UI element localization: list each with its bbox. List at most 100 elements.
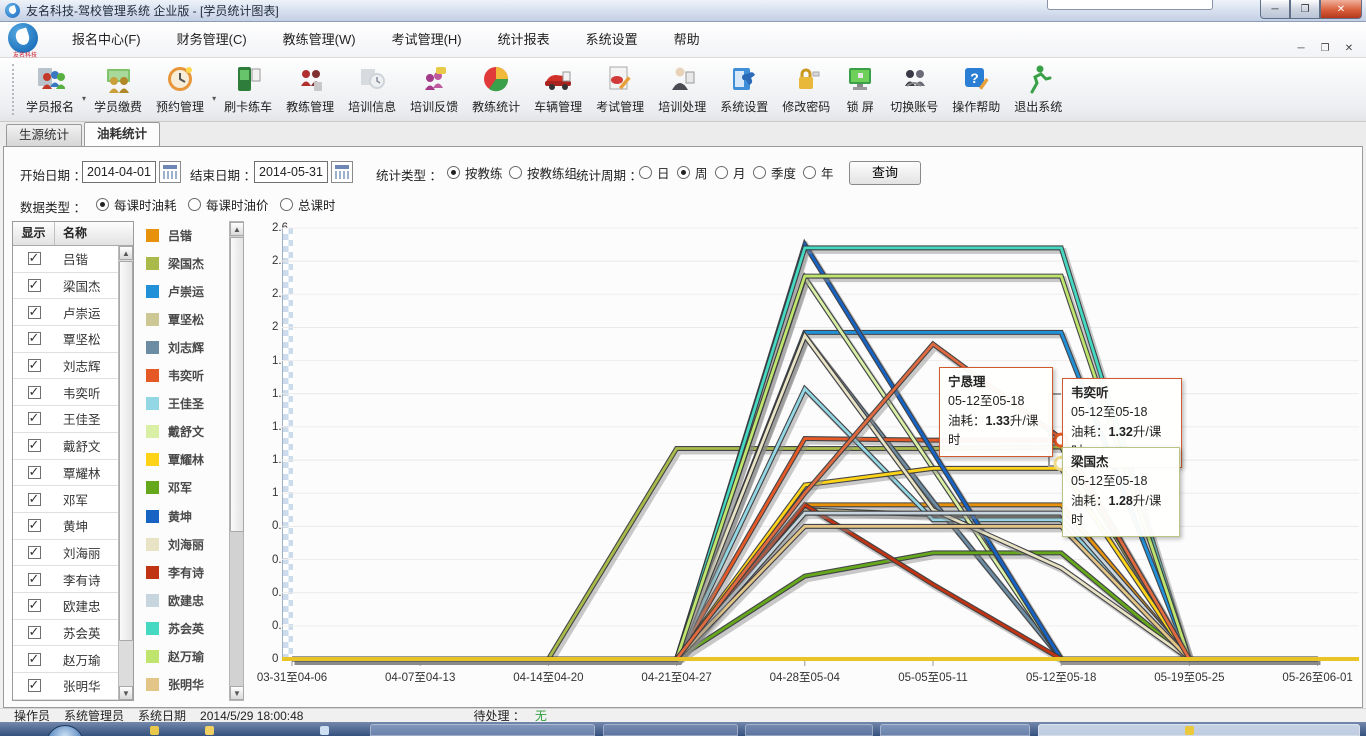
mdi-restore-button[interactable]: ❐	[1318, 43, 1332, 54]
table-row[interactable]: 刘志辉	[13, 353, 118, 380]
plot-area[interactable]	[282, 226, 1362, 686]
show-checkbox[interactable]	[27, 517, 41, 533]
table-row[interactable]: 赵万瑜	[13, 646, 118, 673]
toolbar-button-6[interactable]: 培训反馈	[403, 58, 465, 121]
close-button[interactable]: ✕	[1320, 0, 1362, 19]
show-checkbox[interactable]	[27, 437, 41, 453]
show-checkbox[interactable]	[27, 357, 41, 373]
taskbar-task-button-active[interactable]	[1038, 724, 1360, 736]
table-row[interactable]: 戴舒文	[13, 433, 118, 460]
toolbar-button-15[interactable]: ? 操作帮助	[945, 58, 1007, 121]
data-type-radio-2[interactable]: 总课时	[280, 195, 336, 214]
toolbar-button-8[interactable]: 车辆管理	[527, 58, 589, 121]
taskbar-task-button[interactable]	[880, 724, 1030, 736]
show-checkbox[interactable]	[27, 624, 41, 640]
period-radio-0[interactable]: 日	[639, 163, 670, 182]
table-row[interactable]: 刘海丽	[13, 540, 118, 567]
scrollbar-thumb[interactable]	[119, 261, 133, 641]
toolbar-button-16[interactable]: 退出系统	[1007, 58, 1069, 121]
stat-type-radio-1[interactable]: 按教练组	[509, 163, 577, 182]
query-button[interactable]: 查询	[849, 161, 921, 185]
toolbar-button-1[interactable]: 学员缴费	[87, 58, 149, 121]
taskbar-task-button[interactable]	[603, 724, 738, 736]
table-row[interactable]: 覃坚松	[13, 326, 118, 353]
toolbar-button-4[interactable]: 教练管理	[279, 58, 341, 121]
table-row[interactable]: 梁国杰	[13, 273, 118, 300]
toolbar-button-13[interactable]: 锁 屏	[837, 58, 883, 121]
show-checkbox[interactable]	[27, 464, 41, 480]
minimize-button[interactable]: ─	[1260, 0, 1290, 19]
coach-table-scrollbar[interactable]: ▲ ▼	[118, 246, 133, 700]
table-row[interactable]: 王佳圣	[13, 406, 118, 433]
show-checkbox[interactable]	[27, 491, 41, 507]
table-row[interactable]: 苏会英	[13, 620, 118, 647]
toolbar-button-2[interactable]: 预约管理	[149, 58, 211, 121]
column-header-name[interactable]: 名称	[55, 222, 133, 245]
column-header-show[interactable]: 显示	[13, 222, 55, 245]
toolbar-button-14[interactable]: 切换账号	[883, 58, 945, 121]
table-row[interactable]: 邓军	[13, 486, 118, 513]
tab-1[interactable]: 油耗统计	[84, 122, 161, 146]
windows-taskbar[interactable]	[0, 722, 1366, 736]
title-bar[interactable]: 友名科技-驾校管理系统 企业版 - [学员统计图表] ─ ❐ ✕	[0, 0, 1366, 22]
titlebar-popup-box[interactable]	[1047, 0, 1213, 10]
mdi-close-button[interactable]: ✕	[1342, 43, 1356, 54]
period-radio-4[interactable]: 年	[803, 163, 834, 182]
menu-item-3[interactable]: 考试管理(H)	[374, 22, 480, 58]
show-checkbox[interactable]	[27, 250, 41, 266]
scroll-down-icon[interactable]: ▼	[230, 686, 244, 700]
taskbar-icon[interactable]	[150, 726, 159, 735]
toolbar-button-11[interactable]: 系统设置	[713, 58, 775, 121]
table-row[interactable]: 韦奕听	[13, 379, 118, 407]
show-checkbox[interactable]	[27, 571, 41, 587]
start-date-input[interactable]: 2014-04-01	[82, 161, 156, 183]
table-row[interactable]: 黄坤	[13, 513, 118, 540]
menu-item-2[interactable]: 教练管理(W)	[265, 22, 374, 58]
period-radio-1[interactable]: 周	[677, 163, 708, 182]
period-radio-2[interactable]: 月	[715, 163, 746, 182]
table-row[interactable]: 卢崇运	[13, 299, 118, 327]
mdi-minimize-button[interactable]: ─	[1294, 43, 1308, 54]
show-checkbox[interactable]	[27, 330, 41, 346]
toolbar-button-10[interactable]: 培训处理	[651, 58, 713, 121]
menu-item-1[interactable]: 财务管理(C)	[159, 22, 265, 58]
toolbar-button-3[interactable]: 刷卡练车	[217, 58, 279, 121]
data-type-radio-0[interactable]: 每课时油耗	[96, 195, 177, 214]
scrollbar-thumb[interactable]	[230, 237, 244, 532]
toolbar-button-7[interactable]: 教练统计	[465, 58, 527, 121]
period-radio-3[interactable]: 季度	[753, 163, 796, 182]
menu-item-4[interactable]: 统计报表	[480, 22, 568, 58]
end-date-calendar-icon[interactable]	[331, 161, 353, 183]
start-button[interactable]	[46, 725, 84, 736]
table-row[interactable]: 覃耀林	[13, 460, 118, 487]
end-date-input[interactable]: 2014-05-31	[254, 161, 328, 183]
table-row[interactable]: 张明华	[13, 673, 118, 700]
legend-scrollbar[interactable]: ▲ ▼	[229, 221, 244, 701]
menu-item-0[interactable]: 报名中心(F)	[54, 22, 159, 58]
taskbar-icon[interactable]	[320, 726, 329, 735]
toolbar-button-9[interactable]: 考试管理	[589, 58, 651, 121]
show-checkbox[interactable]	[27, 384, 41, 400]
taskbar-task-button[interactable]	[745, 724, 873, 736]
maximize-button[interactable]: ❐	[1290, 0, 1320, 19]
show-checkbox[interactable]	[27, 410, 41, 426]
tab-0[interactable]: 生源统计	[6, 124, 83, 146]
taskbar-task-button[interactable]	[370, 724, 595, 736]
show-checkbox[interactable]	[27, 677, 41, 693]
toolbar-button-0[interactable]: 学员报名	[19, 58, 81, 121]
table-row[interactable]: 李有诗	[13, 566, 118, 593]
data-type-radio-1[interactable]: 每课时油价	[188, 195, 269, 214]
scroll-down-icon[interactable]: ▼	[119, 686, 133, 700]
taskbar-icon[interactable]	[205, 726, 214, 735]
show-checkbox[interactable]	[27, 277, 41, 293]
show-checkbox[interactable]	[27, 651, 41, 667]
start-date-calendar-icon[interactable]	[159, 161, 181, 183]
taskbar-icon[interactable]	[1185, 726, 1194, 735]
toolbar-button-12[interactable]: 修改密码	[775, 58, 837, 121]
menu-item-5[interactable]: 系统设置	[568, 22, 656, 58]
show-checkbox[interactable]	[27, 544, 41, 560]
toolbar-button-5[interactable]: 培训信息	[341, 58, 403, 121]
line-chart[interactable]: 0 0.2 0.4 0.6 0.8 1 1.2 1.4 1.6 1.8 2 2.2 2.4 2.6 03-…	[250, 221, 1362, 709]
menu-item-6[interactable]: 帮助	[656, 22, 718, 58]
scroll-up-icon[interactable]: ▲	[230, 222, 244, 236]
